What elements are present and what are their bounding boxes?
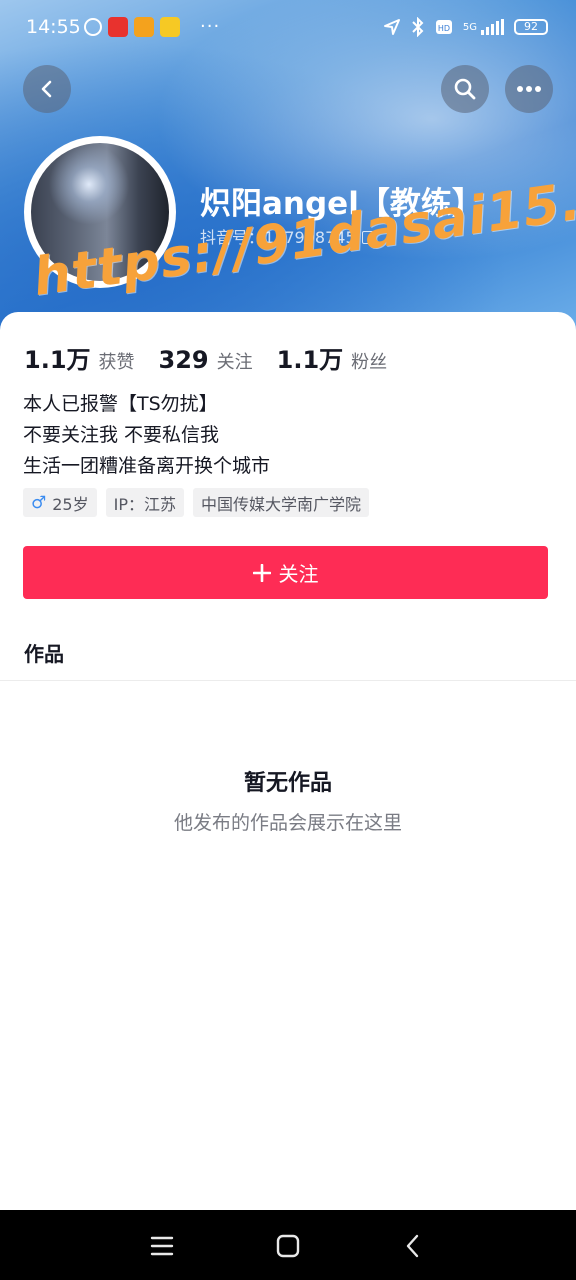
stat-label: 关注 — [216, 352, 253, 373]
follow-label: 关注 — [278, 562, 319, 586]
empty-title: 暂无作品 — [243, 771, 332, 796]
network-label: 5G — [462, 21, 477, 33]
nav-back-icon — [406, 1234, 419, 1258]
stat-likes[interactable]: 1.1万 获赞 — [24, 340, 135, 375]
bio-line: 生活一团糟准备离开换个城市 — [23, 455, 271, 477]
status-time: 14:55 — [26, 16, 81, 38]
tag-gender-age: ♂ 25岁 — [23, 488, 97, 517]
tag-ip: IP：江苏 — [105, 488, 184, 517]
search-button[interactable] — [441, 65, 489, 113]
nav-back-button[interactable] — [399, 1232, 427, 1260]
stat-label: 粉丝 — [351, 352, 388, 373]
tag-school[interactable]: 中国传媒大学南广学院 — [193, 488, 370, 517]
bio: 本人已报警【TS勿扰】 不要关注我 不要私信我 生活一团糟准备离开换个城市 — [23, 389, 270, 482]
bio-line: 不要关注我 不要私信我 — [23, 424, 220, 446]
follow-button[interactable]: 关注 — [23, 546, 548, 599]
stat-following[interactable]: 329 关注 — [159, 346, 253, 374]
back-button[interactable] — [23, 65, 71, 113]
search-icon — [454, 78, 476, 100]
alarm-icon — [84, 18, 102, 36]
back-arrow-icon — [41, 80, 52, 98]
profile-page: 14:55 ··· HD 5G 92 炽阳angel【教练】 抖音号：11790… — [0, 0, 576, 1280]
menu-icon — [150, 1236, 174, 1256]
stat-followers[interactable]: 1.1万 粉丝 — [277, 340, 388, 375]
bio-line: 本人已报警【TS勿扰】 — [23, 393, 218, 415]
app-icon — [134, 17, 154, 37]
status-app-icons: ··· — [84, 17, 220, 37]
nav-home-button[interactable] — [274, 1232, 302, 1260]
profile-tags: ♂ 25岁 IP：江苏 中国传媒大学南广学院 — [23, 488, 370, 517]
stats-row: 1.1万 获赞 329 关注 1.1万 粉丝 — [24, 340, 411, 375]
bluetooth-icon — [412, 17, 424, 37]
system-nav-bar — [0, 1210, 576, 1280]
plus-icon — [252, 563, 271, 582]
stat-value: 329 — [158, 346, 209, 374]
battery-icon: 92 — [514, 19, 548, 35]
status-right-icons: HD 5G 92 — [383, 17, 548, 37]
tab-works[interactable]: 作品 — [24, 638, 64, 667]
stat-value: 1.1万 — [24, 346, 91, 374]
stat-label: 获赞 — [98, 352, 135, 373]
home-square-icon — [276, 1234, 300, 1258]
svg-text:HD: HD — [438, 24, 450, 33]
location-icon — [383, 19, 400, 35]
meituan-icon — [160, 17, 180, 37]
empty-subtitle: 他发布的作品会展示在这里 — [173, 812, 402, 834]
more-dots-icon — [517, 86, 541, 92]
hd-icon: HD — [435, 20, 452, 34]
nav-menu-button[interactable] — [148, 1232, 176, 1260]
status-more-dots: ··· — [200, 16, 221, 37]
divider — [0, 680, 576, 681]
male-icon: ♂ — [31, 492, 47, 513]
signal-icon — [481, 19, 504, 35]
tag-text: 25岁 — [52, 494, 89, 514]
stat-value: 1.1万 — [276, 346, 344, 374]
status-bar: 14:55 ··· HD 5G 92 — [0, 0, 576, 56]
app-icon — [108, 17, 128, 37]
more-button[interactable] — [505, 65, 553, 113]
profile-sheet: 1.1万 获赞 329 关注 1.1万 粉丝 本人已报警【TS勿扰】 不要关注我… — [0, 312, 576, 1210]
